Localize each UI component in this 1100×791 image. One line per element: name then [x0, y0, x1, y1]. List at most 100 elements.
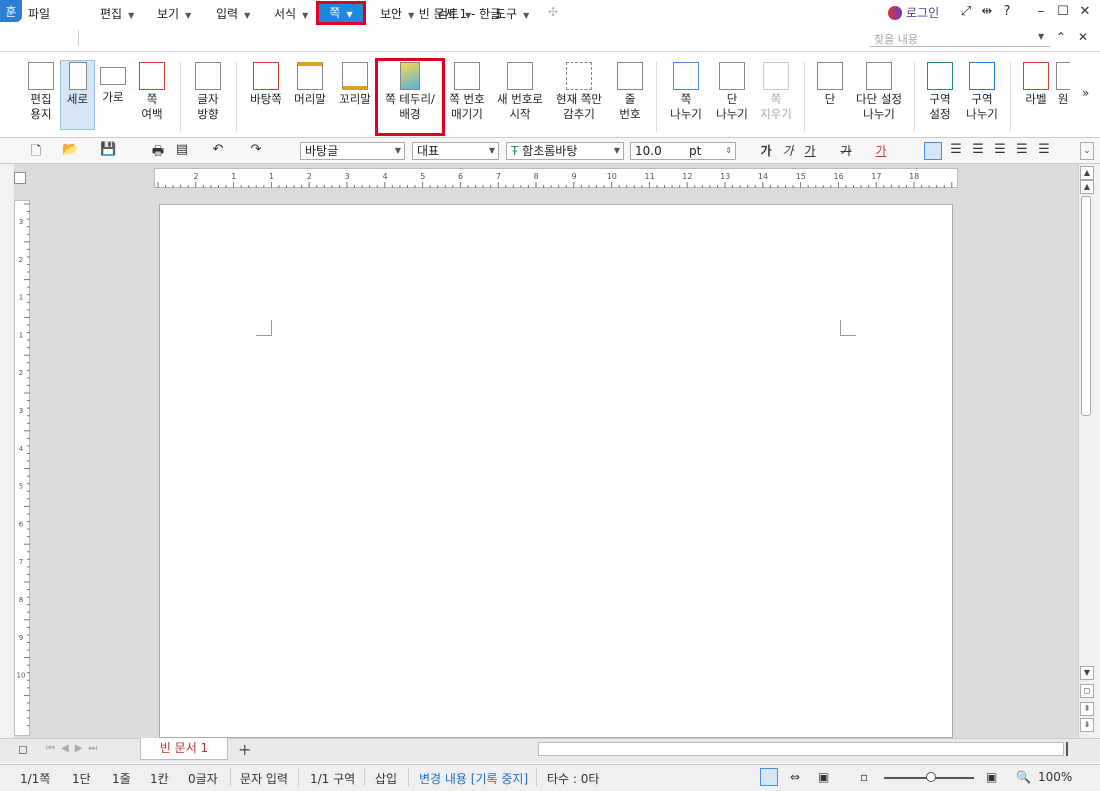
background-page-button[interactable]: 바탕쪽 — [246, 60, 286, 132]
spinner-icon[interactable]: ⇕ — [725, 143, 732, 159]
open-folder-icon[interactable]: 📂 — [62, 142, 78, 157]
edit-paper-button[interactable]: 편집 용지 — [22, 60, 60, 132]
text-direction-button[interactable]: 글자 방향 — [188, 60, 228, 132]
toolbar-expand[interactable]: ⌄ — [1080, 142, 1094, 160]
status-page[interactable]: 1/1쪽 — [20, 770, 50, 787]
ruler-mark: 3 — [345, 172, 350, 181]
edit-paper-label: 편집 용지 — [30, 92, 52, 121]
page-border-bg-button[interactable]: 쪽 테두리/ 배경 — [380, 60, 440, 132]
section-break-button[interactable]: 구역 나누기 — [962, 60, 1002, 132]
line-number-button[interactable]: 줄 번호 — [612, 60, 648, 132]
footer-button[interactable]: 꼬리말 — [334, 60, 376, 132]
distribute-icon[interactable]: ☰ — [1014, 142, 1030, 157]
page-border-bg-label: 쪽 테두리/ 배경 — [385, 92, 435, 121]
font-color-button[interactable]: 가 — [873, 142, 889, 159]
document-page[interactable] — [159, 204, 953, 738]
chevron-down-icon[interactable]: ▼ — [1038, 32, 1044, 41]
new-number-button[interactable]: 새 번호로 시작 — [494, 60, 546, 132]
scroll-up-icon[interactable]: ▲ — [1080, 180, 1094, 194]
puzzle-icon[interactable]: ✣ — [548, 5, 558, 19]
hide-page-button[interactable]: 현재 쪽만 감추기 — [552, 60, 606, 132]
font-select[interactable]: Ŧ 함초롬바탕 ▼ — [506, 142, 624, 160]
zoom-in-icon[interactable]: ▣ — [986, 770, 997, 784]
header-button[interactable]: 머리말 — [290, 60, 330, 132]
fullscreen-icon[interactable]: ⤢ — [957, 4, 975, 19]
status-insert-mode[interactable]: 삽입 — [375, 770, 397, 787]
menu-tools[interactable]: 도구 ▼ — [495, 5, 529, 22]
menu-page[interactable]: 쪽 ▼ — [319, 4, 363, 22]
page-view-icon[interactable]: ◻ — [1080, 684, 1094, 698]
status-track-changes[interactable]: 변경 내용 [기록 중지] — [419, 770, 528, 787]
redo-icon[interactable]: ↷ — [248, 142, 264, 157]
split-icon[interactable]: ⇹ — [978, 4, 996, 19]
strikethrough-button[interactable]: 가 — [838, 142, 854, 159]
bold-button[interactable]: 가 — [758, 142, 774, 159]
close-icon[interactable]: ✕ — [1076, 4, 1094, 19]
divider — [230, 768, 231, 786]
horizontal-scrollbar[interactable] — [538, 742, 1064, 756]
label-button[interactable]: 라벨 — [1018, 60, 1054, 132]
italic-button[interactable]: 가 — [780, 142, 796, 159]
page-view-button[interactable] — [760, 768, 778, 786]
new-doc-icon[interactable]: 🗋 — [28, 142, 44, 164]
zoom-out-icon[interactable]: ▫ — [860, 770, 868, 784]
tab-document-1[interactable]: 빈 문서 1 — [140, 738, 228, 760]
page-number-button[interactable]: 쪽 번호 매기기 — [444, 60, 490, 132]
scroll-up-icon[interactable]: ▲ — [1080, 166, 1094, 180]
prev-page-icon[interactable]: ⇞ — [1080, 702, 1094, 716]
align-right-icon[interactable]: ☰ — [992, 142, 1008, 157]
menu-edit[interactable]: 편집 ▼ — [100, 5, 134, 22]
split-align-icon[interactable]: ☰ — [1036, 142, 1052, 157]
menu-view[interactable]: 보기 ▼ — [157, 5, 191, 22]
minimize-icon[interactable]: – — [1032, 4, 1050, 19]
hide-page-label: 현재 쪽만 감추기 — [556, 92, 602, 121]
save-icon[interactable]: 💾 — [100, 142, 116, 157]
status-input-mode[interactable]: 문자 입력 — [240, 770, 288, 787]
landscape-button[interactable]: 가로 — [96, 60, 130, 132]
font-size-input[interactable]: 10.0 pt ⇕ — [630, 142, 736, 160]
align-left-icon[interactable]: ☰ — [948, 142, 964, 157]
close-doc-icon[interactable]: ✕ — [1078, 30, 1088, 44]
tab-list-icon[interactable]: ◻ — [18, 742, 28, 756]
column-button[interactable]: 단 — [812, 60, 848, 132]
search-input[interactable]: 찾을 내용 — [870, 31, 1050, 47]
add-tab-button[interactable]: + — [238, 740, 251, 759]
scroll-down-icon[interactable]: ▼ — [1080, 666, 1094, 680]
menu-format[interactable]: 서식 ▼ — [274, 5, 308, 22]
underline-button[interactable]: 가 — [802, 142, 818, 159]
zoom-level[interactable]: 100% — [1038, 770, 1072, 784]
align-center-icon[interactable]: ☰ — [970, 142, 986, 157]
portrait-button[interactable]: 세로 — [60, 60, 95, 132]
next-page-icon[interactable]: ⇟ — [1080, 718, 1094, 732]
column-break-button[interactable]: 단 나누기 — [712, 60, 752, 132]
menu-file[interactable]: 파일 — [28, 5, 50, 22]
menu-insert[interactable]: 입력 ▼ — [216, 5, 250, 22]
page-margin-button[interactable]: 쪽 여백 — [132, 60, 172, 132]
tab-nav-icons[interactable]: ⏮◀▶⏭ — [46, 743, 103, 754]
tab-stop-selector[interactable] — [14, 172, 26, 184]
language-select[interactable]: 대표 ▼ — [412, 142, 499, 160]
full-page-icon[interactable]: ▣ — [818, 770, 829, 784]
style-select[interactable]: 바탕글 ▼ — [300, 142, 405, 160]
margin-icon — [139, 62, 165, 90]
maximize-icon[interactable]: ☐ — [1054, 4, 1072, 19]
undo-icon[interactable]: ↶ — [210, 142, 226, 157]
collapse-ribbon-icon[interactable]: ⌃ — [1056, 30, 1066, 44]
section-setting-button[interactable]: 구역 설정 — [922, 60, 958, 132]
multi-column-button[interactable]: 다단 설정 나누기 — [852, 60, 906, 132]
scroll-thumb[interactable] — [1081, 196, 1091, 416]
fit-width-icon[interactable]: ⇔ — [790, 770, 800, 784]
align-justify-button[interactable] — [924, 142, 942, 160]
print-icon[interactable]: 🖶 — [150, 142, 166, 164]
menu-review[interactable]: 검토 ▼ — [437, 5, 471, 22]
page-break-button[interactable]: 쪽 나누기 — [666, 60, 706, 132]
menu-security[interactable]: 보안 ▼ — [380, 5, 414, 22]
zoom-knob[interactable] — [926, 772, 936, 782]
preview-icon[interactable]: ▤ — [174, 142, 190, 157]
help-icon[interactable]: ? — [998, 4, 1016, 19]
login-button[interactable]: 로그인 — [888, 4, 939, 21]
ribbon-more[interactable]: » — [1082, 86, 1089, 100]
zoom-icon[interactable]: 🔍 — [1016, 770, 1031, 784]
split-handle[interactable] — [1066, 742, 1076, 756]
manuscript-button[interactable]: 원 — [1056, 60, 1070, 132]
